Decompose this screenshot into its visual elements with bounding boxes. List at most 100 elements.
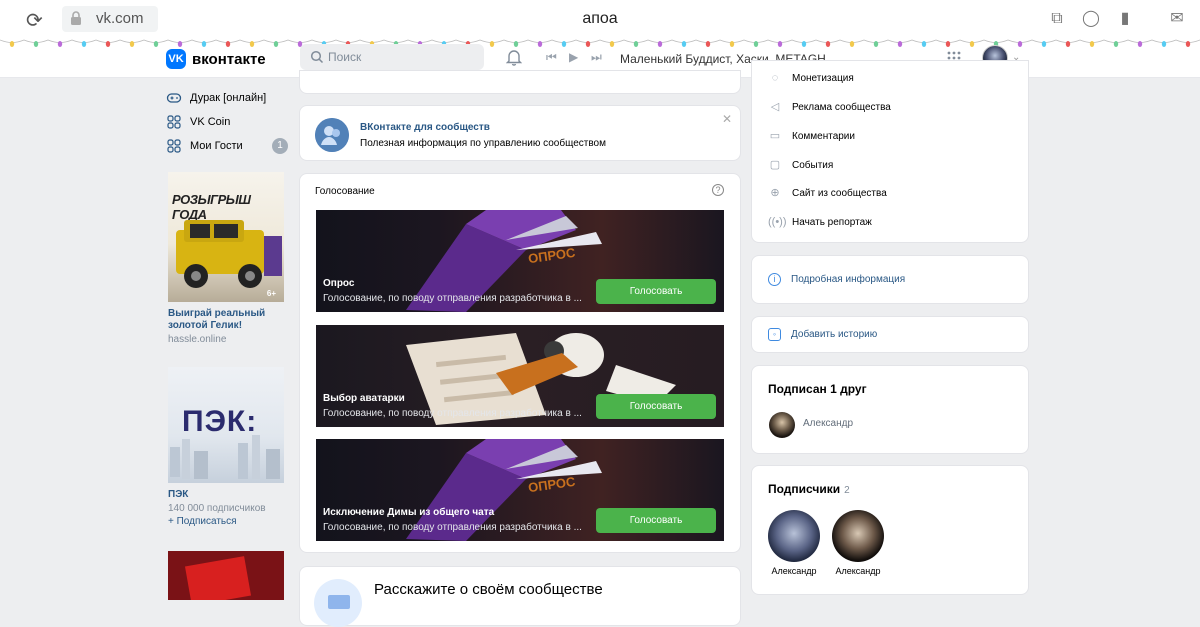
close-icon[interactable]: ✕: [722, 112, 732, 126]
logo-text: вконтакте: [192, 50, 266, 68]
window-title: апоа: [582, 10, 618, 27]
camera-icon: ◦: [768, 328, 781, 341]
apps-dot: [957, 51, 961, 55]
ad-title[interactable]: ПЭК: [168, 489, 284, 501]
left-menu-label: VK Coin: [190, 116, 231, 128]
ad-pek[interactable]: ПЭК: ПЭК 140 000 подписчиков + Подписать…: [168, 367, 284, 527]
community-info-icon: [314, 579, 362, 627]
garland-light: [537, 41, 543, 47]
poll-item[interactable]: Выбор аватарки Голосование, по поводу от…: [316, 325, 724, 427]
search-input[interactable]: Поиск: [300, 44, 484, 70]
poll-desc: Голосование, по поводу отправления разра…: [323, 293, 582, 304]
ad-partial[interactable]: [168, 551, 284, 600]
garland-light: [105, 41, 111, 47]
ad-domain: hassle.online: [168, 334, 227, 345]
ad-image[interactable]: ПЭК:: [168, 367, 284, 483]
bookmark-icon[interactable]: ▮: [1116, 10, 1134, 28]
bell-icon[interactable]: [506, 48, 522, 66]
apps-dot: [957, 56, 961, 60]
feed-card-partial: [299, 70, 741, 94]
community-tip-title[interactable]: ВКонтакте для сообществ: [360, 122, 490, 133]
garland-light: [129, 41, 135, 47]
friend-name[interactable]: Александр: [803, 418, 853, 429]
apps-icon: [167, 139, 181, 153]
garland-light: [273, 41, 279, 47]
menu-item-ads[interactable]: ◁ Реклама сообщества: [768, 100, 891, 114]
followers-label: Подписчики: [768, 482, 841, 496]
vote-button[interactable]: Голосовать: [596, 394, 716, 419]
next-track-icon[interactable]: ⏭: [591, 50, 602, 65]
garland-light: [969, 41, 975, 47]
detail-info-card[interactable]: i Подробная информация: [751, 255, 1029, 304]
gamepad-icon: [166, 93, 182, 103]
left-menu-label: Мои Гости: [190, 140, 243, 152]
menu-item-events[interactable]: ▢ События: [768, 158, 833, 172]
poll-item[interactable]: ОПРОС Опрос Голосование, по поводу отпра…: [316, 210, 724, 312]
garland-light: [1089, 41, 1095, 47]
community-tip-card: ВКонтакте для сообществ Полезная информа…: [299, 105, 741, 161]
left-menu-label: Дурак [онлайн]: [190, 92, 267, 104]
vote-button[interactable]: Голосовать: [596, 508, 716, 533]
garland-light: [945, 41, 951, 47]
left-menu-item-durak[interactable]: Дурак [онлайн]: [166, 88, 290, 108]
prev-track-icon[interactable]: ⏮: [546, 50, 557, 65]
garland-light: [1065, 41, 1071, 47]
ad-title[interactable]: Выиграй реальный золотой Гелик!: [168, 308, 284, 332]
chat-icon[interactable]: ◯: [1082, 10, 1100, 28]
add-story-link[interactable]: ◦ Добавить историю: [768, 328, 877, 341]
voting-card: Голосование ? ОПРОС Опрос Голосование, п…: [299, 173, 741, 553]
search-icon: [310, 50, 324, 64]
garland-light: [729, 41, 735, 47]
garland-light: [849, 41, 855, 47]
extensions-icon[interactable]: ⧉: [1048, 10, 1066, 28]
vote-button[interactable]: Голосовать: [596, 279, 716, 304]
calendar-icon: ▢: [769, 159, 781, 171]
menu-item-broadcast[interactable]: ((•)) Начать репортаж: [768, 215, 872, 229]
menu-item-label: Монетизация: [792, 72, 854, 84]
search-placeholder: Поиск: [328, 50, 362, 64]
broadcast-icon: ((•)): [768, 216, 787, 228]
subscribed-title[interactable]: Подписан 1 друг: [768, 382, 867, 396]
tell-about-community-card[interactable]: Расскажите о своём сообществе: [299, 566, 741, 627]
ad-hassle[interactable]: РОЗЫГРЫШ ГОДА 6+ Выиграй реальный золото…: [168, 172, 284, 345]
garland-light: [57, 41, 63, 47]
follower-item[interactable]: Александр: [768, 510, 820, 576]
garland-light: [1137, 41, 1143, 47]
add-story-label: Добавить историю: [791, 329, 878, 340]
menu-item-monetization[interactable]: ◌ Монетизация: [768, 71, 854, 85]
left-menu-item-vk-coin[interactable]: VK Coin: [166, 112, 290, 132]
poll-item[interactable]: ОПРОС Исключение Димы из общего чата Гол…: [316, 439, 724, 541]
garland-light: [825, 41, 831, 47]
detail-info-label: Подробная информация: [791, 274, 906, 285]
followers-title[interactable]: Подписчики 2: [768, 482, 850, 496]
mail-icon[interactable]: ✉: [1166, 10, 1188, 28]
follower-name: Александр: [771, 566, 817, 576]
garland-light: [657, 41, 663, 47]
voting-header: Голосование: [315, 186, 375, 197]
left-menu-item-guests[interactable]: Мои Гости 1: [166, 136, 290, 156]
info-icon: i: [768, 273, 781, 286]
comment-icon: ▭: [769, 130, 781, 142]
garland-decoration: [0, 38, 1200, 48]
follower-item[interactable]: Александр: [832, 510, 884, 576]
age-rating: 6+: [266, 289, 276, 298]
garland-light: [897, 41, 903, 47]
ad-image[interactable]: РОЗЫГРЫШ ГОДА 6+: [168, 172, 284, 302]
garland-light: [705, 41, 711, 47]
play-icon[interactable]: ▶: [569, 50, 578, 64]
menu-item-comments[interactable]: ▭ Комментарии: [768, 129, 855, 143]
community-tip-desc: Полезная информация по управлению сообще…: [360, 138, 606, 149]
tell-card-title[interactable]: Расскажите о своём сообществе: [374, 581, 603, 598]
garland-light: [1185, 41, 1191, 47]
avatar[interactable]: [769, 412, 795, 438]
followers-count: 2: [844, 485, 850, 496]
garland-light: [609, 41, 615, 47]
garland-light: [777, 41, 783, 47]
menu-item-site[interactable]: ⊕ Сайт из сообщества: [768, 186, 886, 200]
help-icon[interactable]: ?: [712, 184, 724, 196]
add-story-card[interactable]: ◦ Добавить историю: [751, 316, 1029, 353]
subscribe-link[interactable]: + Подписаться: [168, 516, 284, 527]
vk-logo[interactable]: VK вконтакте: [166, 48, 266, 70]
detail-info-link[interactable]: i Подробная информация: [768, 273, 905, 286]
garland-light: [33, 41, 39, 47]
